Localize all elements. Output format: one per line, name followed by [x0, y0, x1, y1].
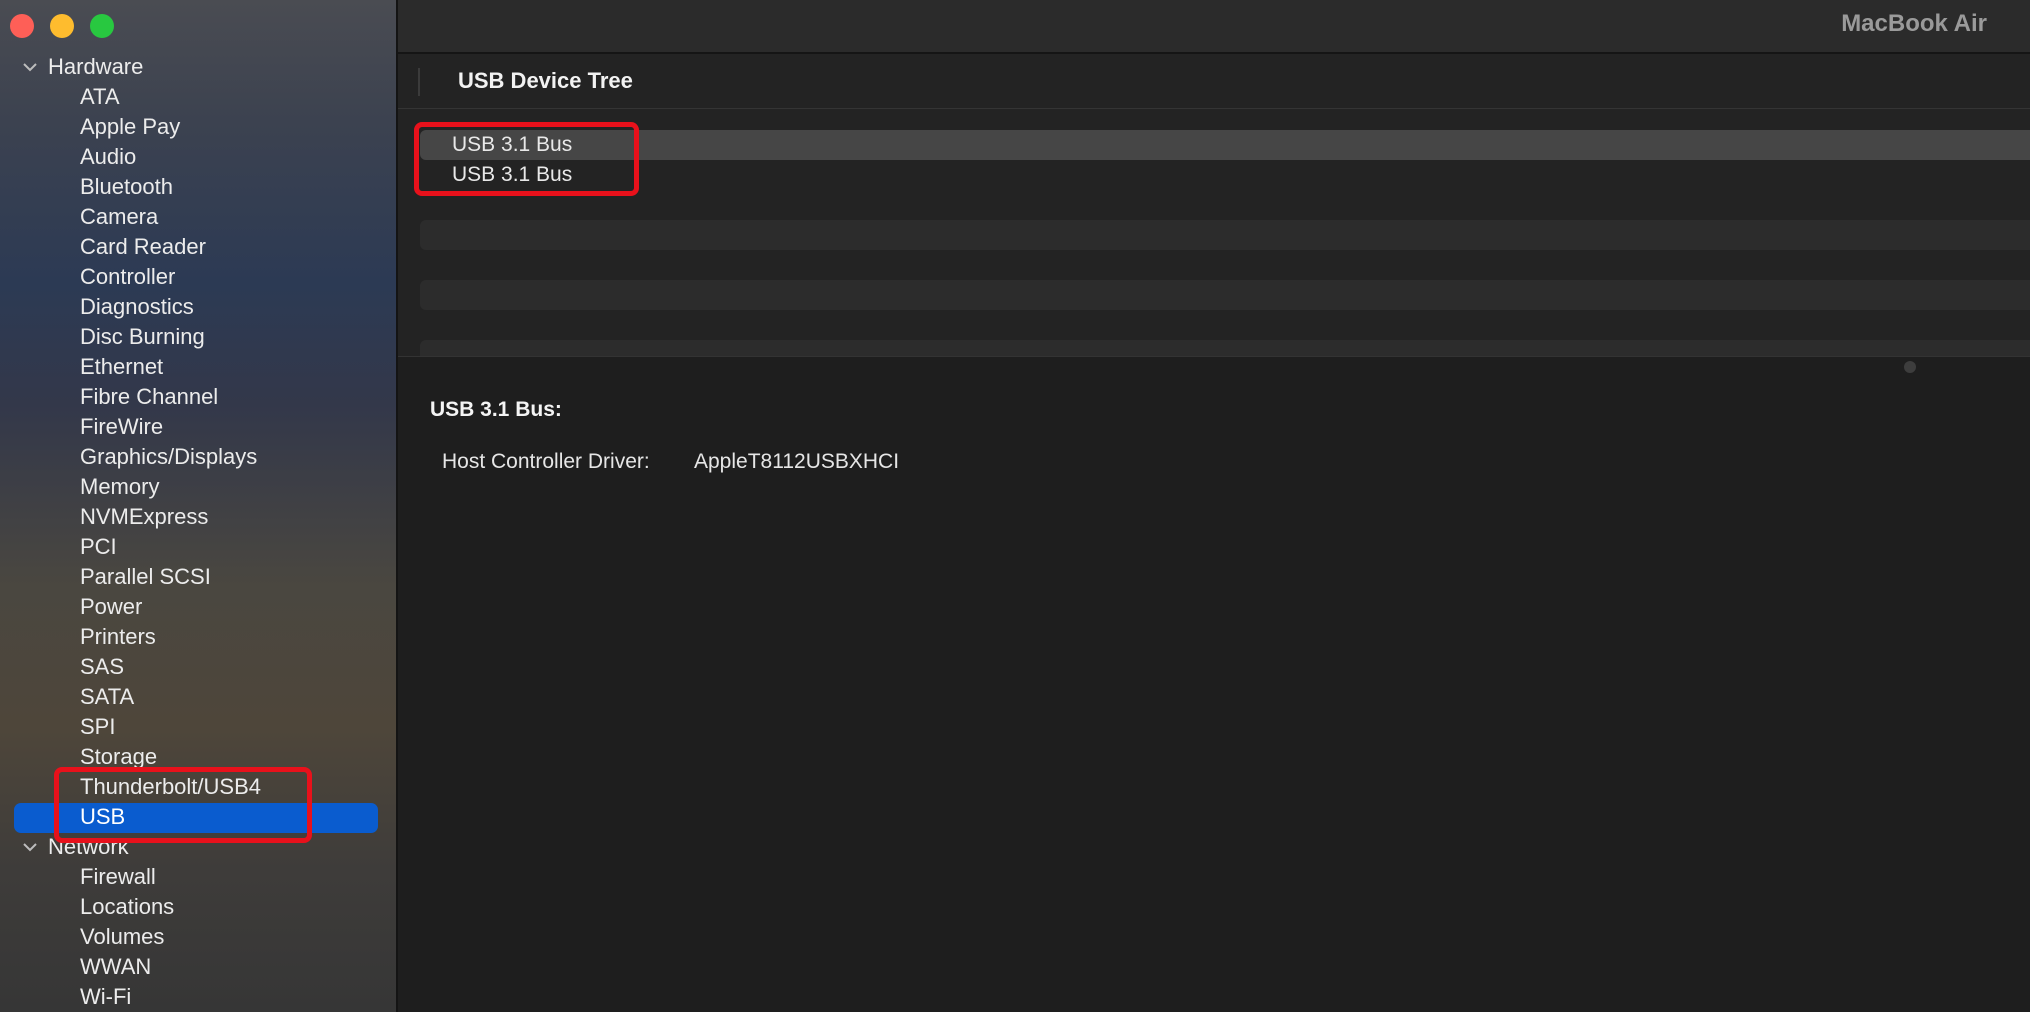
- column-separator: [418, 68, 420, 96]
- sidebar-item-label: Disc Burning: [80, 324, 205, 349]
- usb-device-tree-panel: USB Device Tree USB 3.1 Bus USB 3.1 Bus: [398, 54, 2030, 356]
- sidebar: Hardware ATA Apple Pay Audio Bluetooth C…: [0, 0, 398, 1012]
- sidebar-item-ethernet[interactable]: Ethernet: [0, 352, 396, 382]
- sidebar-item-usb[interactable]: USB: [0, 802, 396, 833]
- chevron-down-icon[interactable]: [20, 52, 40, 82]
- column-title: USB Device Tree: [458, 68, 633, 93]
- detail-field-value: AppleT8112USBXHCI: [694, 450, 900, 473]
- sidebar-item-label: Printers: [80, 624, 156, 649]
- sidebar-item-label: Memory: [80, 474, 160, 499]
- sidebar-group-hardware[interactable]: Hardware: [0, 52, 396, 82]
- close-window-button[interactable]: [10, 14, 34, 38]
- sidebar-item-label: Fibre Channel: [80, 384, 219, 409]
- empty-row: [420, 220, 2030, 250]
- sidebar-item-label: SAS: [80, 654, 125, 679]
- sidebar-item-memory[interactable]: Memory: [0, 472, 396, 502]
- tree-row-usb-bus-2[interactable]: USB 3.1 Bus: [420, 160, 2030, 190]
- tree-row-label: USB 3.1 Bus: [452, 133, 573, 156]
- sidebar-item-label: Locations: [80, 894, 175, 919]
- sidebar-item-label: WWAN: [80, 954, 152, 979]
- sidebar-item-label: ATA: [80, 84, 120, 109]
- sidebar-item-wi-fi[interactable]: Wi-Fi: [0, 982, 396, 1012]
- sidebar-item-printers[interactable]: Printers: [0, 622, 396, 652]
- tree-row-usb-bus-1[interactable]: USB 3.1 Bus: [420, 130, 2030, 160]
- sidebar-item-volumes[interactable]: Volumes: [0, 922, 396, 952]
- zoom-window-button[interactable]: [90, 14, 114, 38]
- empty-row: [420, 340, 2030, 356]
- sidebar-item-spi[interactable]: SPI: [0, 712, 396, 742]
- divider-handle-icon[interactable]: [1904, 361, 1916, 373]
- sidebar-tree: Hardware ATA Apple Pay Audio Bluetooth C…: [0, 52, 396, 1012]
- sidebar-item-label: Controller: [80, 264, 176, 289]
- sidebar-item-fibre-channel[interactable]: Fibre Channel: [0, 382, 396, 412]
- sidebar-item-label: Apple Pay: [80, 114, 181, 139]
- sidebar-item-storage[interactable]: Storage: [0, 742, 396, 772]
- detail-title: USB 3.1 Bus:: [430, 398, 562, 421]
- sidebar-item-ata[interactable]: ATA: [0, 82, 396, 112]
- sidebar-item-label: Camera: [80, 204, 159, 229]
- sidebar-item-sas[interactable]: SAS: [0, 652, 396, 682]
- sidebar-item-pci[interactable]: PCI: [0, 532, 396, 562]
- sidebar-item-nvmexpress[interactable]: NVMExpress: [0, 502, 396, 532]
- sidebar-item-camera[interactable]: Camera: [0, 202, 396, 232]
- sidebar-item-label: Audio: [80, 144, 137, 169]
- sidebar-item-label: Power: [80, 594, 143, 619]
- sidebar-item-thunderbolt-usb4[interactable]: Thunderbolt/USB4: [0, 772, 396, 802]
- main-pane: MacBook Air USB Device Tree USB 3.1 Bus …: [398, 0, 2030, 1012]
- detail-panel: USB 3.1 Bus: Host Controller Driver: App…: [398, 376, 2030, 1012]
- sidebar-item-label: Firewall: [80, 864, 156, 889]
- sidebar-item-parallel-scsi[interactable]: Parallel SCSI: [0, 562, 396, 592]
- sidebar-item-power[interactable]: Power: [0, 592, 396, 622]
- sidebar-item-label: FireWire: [80, 414, 164, 439]
- sidebar-item-apple-pay[interactable]: Apple Pay: [0, 112, 396, 142]
- sidebar-item-label: NVMExpress: [80, 504, 209, 529]
- sidebar-group-label: Hardware: [48, 54, 144, 79]
- sidebar-item-label: PCI: [80, 534, 117, 559]
- sidebar-item-firewall[interactable]: Firewall: [0, 862, 396, 892]
- sidebar-item-bluetooth[interactable]: Bluetooth: [0, 172, 396, 202]
- sidebar-item-label: Ethernet: [80, 354, 164, 379]
- sidebar-item-label: Storage: [80, 744, 158, 769]
- sidebar-item-label: Parallel SCSI: [80, 564, 211, 589]
- sidebar-item-label: USB: [80, 804, 126, 829]
- sidebar-item-label: Wi-Fi: [80, 984, 132, 1009]
- sidebar-item-label: Bluetooth: [80, 174, 173, 199]
- sidebar-item-label: Thunderbolt/USB4: [80, 774, 261, 799]
- sidebar-item-locations[interactable]: Locations: [0, 892, 396, 922]
- sidebar-item-label: Diagnostics: [80, 294, 194, 319]
- chevron-down-icon[interactable]: [20, 832, 40, 862]
- sidebar-item-disc-burning[interactable]: Disc Burning: [0, 322, 396, 352]
- detail-field-key: Host Controller Driver:: [442, 450, 650, 473]
- sidebar-item-firewire[interactable]: FireWire: [0, 412, 396, 442]
- sidebar-item-audio[interactable]: Audio: [0, 142, 396, 172]
- minimize-window-button[interactable]: [50, 14, 74, 38]
- sidebar-item-card-reader[interactable]: Card Reader: [0, 232, 396, 262]
- window-title: MacBook Air: [1841, 10, 1987, 37]
- sidebar-group-network[interactable]: Network: [0, 832, 396, 862]
- column-header[interactable]: USB Device Tree: [398, 54, 2030, 109]
- sidebar-item-label: SATA: [80, 684, 135, 709]
- empty-row: [420, 280, 2030, 310]
- split-view-divider[interactable]: [398, 356, 2030, 377]
- sidebar-item-graphics-displays[interactable]: Graphics/Displays: [0, 442, 396, 472]
- sidebar-group-label: Network: [48, 834, 129, 859]
- sidebar-item-wwan[interactable]: WWAN: [0, 952, 396, 982]
- tree-row-label: USB 3.1 Bus: [452, 163, 573, 186]
- sidebar-item-controller[interactable]: Controller: [0, 262, 396, 292]
- sidebar-item-sata[interactable]: SATA: [0, 682, 396, 712]
- title-bar: MacBook Air: [398, 0, 2030, 54]
- sidebar-item-label: Graphics/Displays: [80, 444, 258, 469]
- sidebar-item-diagnostics[interactable]: Diagnostics: [0, 292, 396, 322]
- sidebar-item-label: Card Reader: [80, 234, 206, 259]
- sidebar-item-label: Volumes: [80, 924, 165, 949]
- sidebar-item-label: SPI: [80, 714, 116, 739]
